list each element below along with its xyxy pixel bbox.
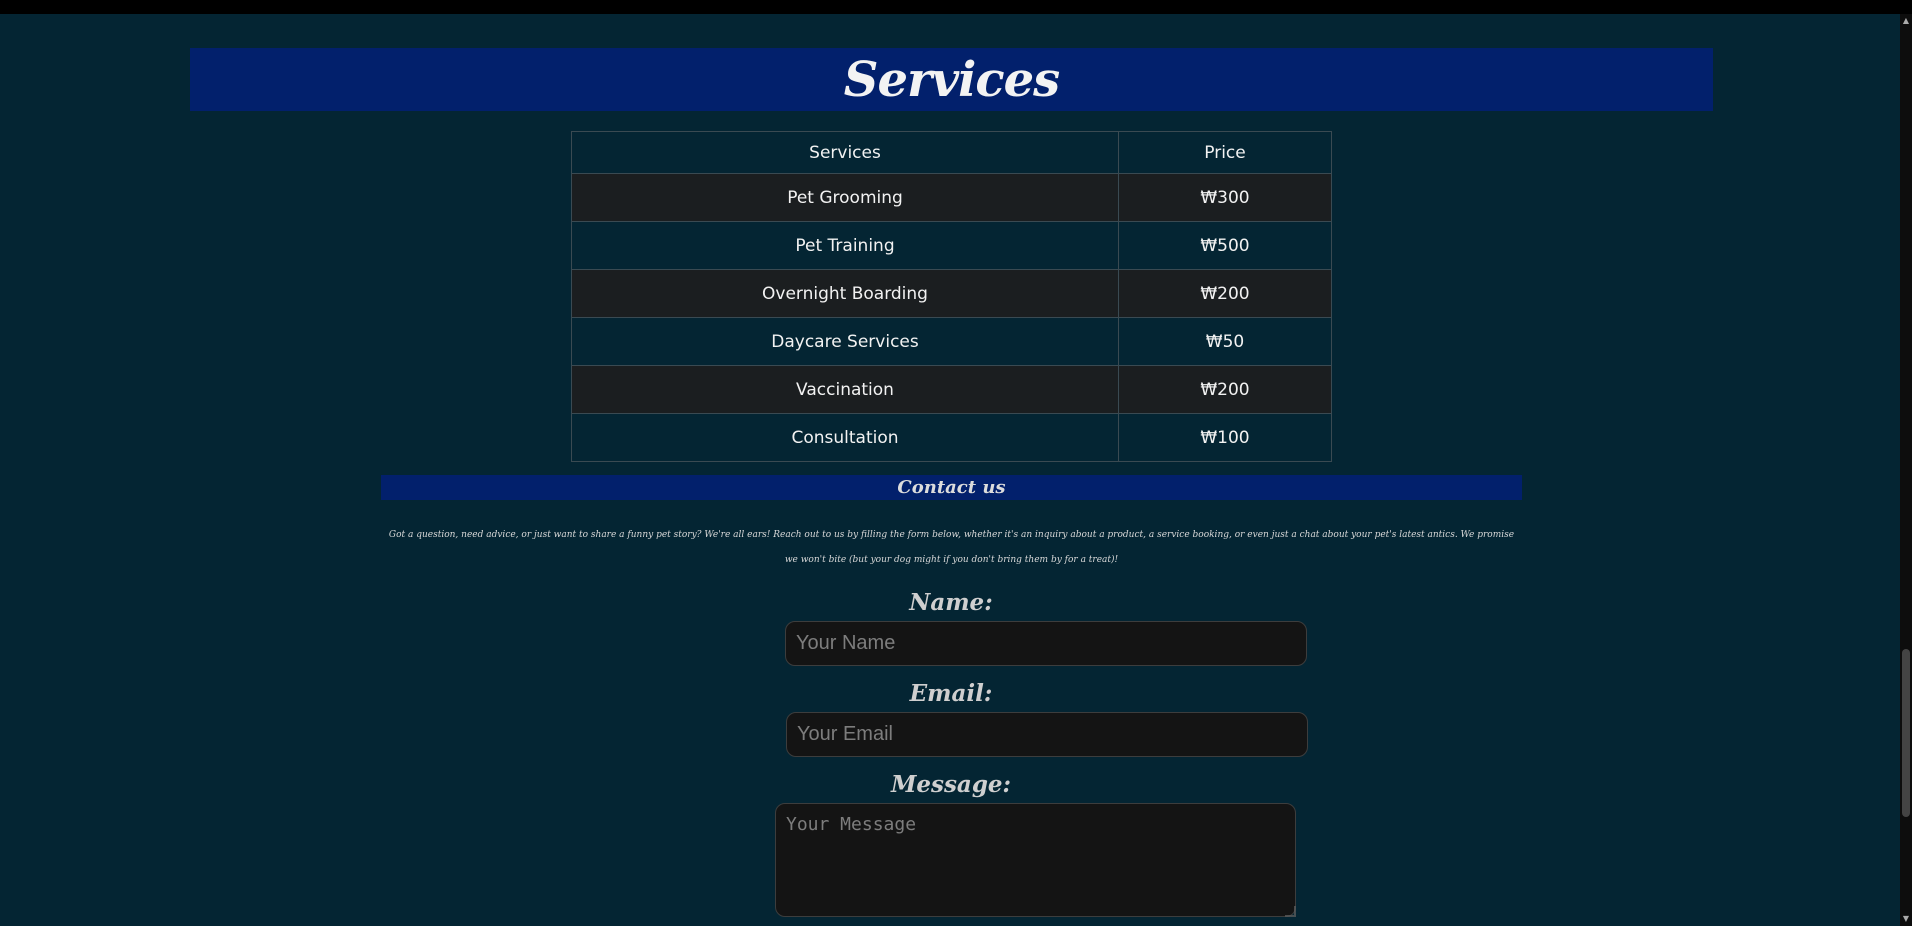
service-name: Consultation <box>571 413 1119 462</box>
table-row: Vaccination ₩200 <box>571 365 1332 414</box>
table-row: Pet Grooming ₩300 <box>571 173 1332 222</box>
message-textarea[interactable] <box>775 803 1296 917</box>
scroll-down-icon[interactable]: ▼ <box>1901 914 1911 924</box>
service-name: Daycare Services <box>571 317 1119 366</box>
table-header-row: Services Price <box>571 131 1332 174</box>
column-header-price: Price <box>1118 131 1332 174</box>
page-content: Services Services Price Pet Grooming ₩30… <box>0 14 1900 926</box>
service-name: Pet Grooming <box>571 173 1119 222</box>
page-scrollbar[interactable]: ▲ ▼ <box>1900 14 1912 926</box>
message-label: Message: <box>890 771 1012 798</box>
services-title: Services <box>843 51 1060 108</box>
contact-header: Contact us <box>381 475 1522 500</box>
service-price: ₩500 <box>1118 221 1332 270</box>
resize-grip-icon[interactable] <box>1285 906 1296 917</box>
table-row: Pet Training ₩500 <box>571 221 1332 270</box>
service-price: ₩200 <box>1118 365 1332 414</box>
services-header: Services <box>190 48 1713 111</box>
service-price: ₩100 <box>1118 413 1332 462</box>
contact-title: Contact us <box>897 477 1006 498</box>
service-name: Pet Training <box>571 221 1119 270</box>
table-row: Daycare Services ₩50 <box>571 317 1332 366</box>
name-input[interactable] <box>785 621 1307 666</box>
services-table: Services Price Pet Grooming ₩300 Pet Tra… <box>571 131 1332 462</box>
contact-description: Got a question, need advice, or just wan… <box>388 530 1515 565</box>
browser-top-bar <box>0 0 1912 14</box>
service-price: ₩50 <box>1118 317 1332 366</box>
email-label: Email: <box>909 680 993 707</box>
email-input[interactable] <box>786 712 1308 757</box>
service-name: Vaccination <box>571 365 1119 414</box>
column-header-services: Services <box>571 131 1119 174</box>
service-name: Overnight Boarding <box>571 269 1119 318</box>
name-label: Name: <box>909 589 993 616</box>
scroll-up-icon[interactable]: ▲ <box>1901 16 1911 26</box>
service-price: ₩300 <box>1118 173 1332 222</box>
service-price: ₩200 <box>1118 269 1332 318</box>
scrollbar-thumb[interactable] <box>1902 649 1910 817</box>
table-row: Overnight Boarding ₩200 <box>571 269 1332 318</box>
table-row: Consultation ₩100 <box>571 413 1332 462</box>
